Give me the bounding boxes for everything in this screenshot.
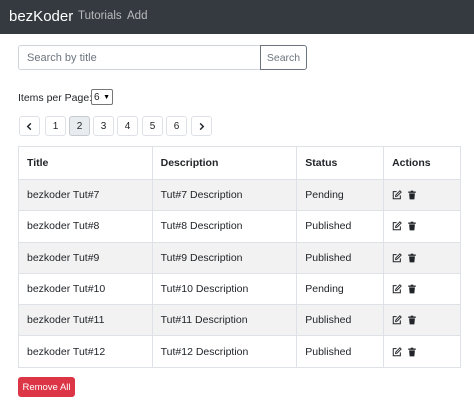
navbar: bezKoder Tutorials Add	[0, 0, 474, 34]
row-actions	[383, 335, 461, 368]
trash-icon[interactable]	[407, 347, 417, 357]
row-description: Tut#9 Description	[151, 241, 298, 274]
edit-icon[interactable]	[392, 346, 402, 357]
row-status: Published	[296, 241, 385, 274]
row-title: bezkoder Tut#9	[18, 241, 153, 274]
row-status: Published	[296, 210, 385, 243]
edit-icon[interactable]	[392, 190, 402, 200]
items-per-page-label: Items per Page:	[18, 92, 93, 104]
brand-logo[interactable]: bezKoder	[9, 8, 73, 25]
row-description: Tut#12 Description	[151, 335, 298, 368]
pagination-page-2[interactable]: 2	[69, 116, 90, 136]
items-per-page-value: 6	[94, 91, 100, 103]
trash-icon[interactable]	[407, 190, 417, 200]
chevron-left-icon	[26, 122, 32, 130]
row-title: bezkoder Tut#7	[18, 178, 153, 212]
edit-icon[interactable]	[392, 284, 402, 294]
row-status: Published	[296, 335, 385, 368]
row-actions	[383, 178, 461, 212]
table-row: bezkoder Tut#8 Tut#8 Description Publish…	[18, 210, 461, 243]
pagination-page-1[interactable]: 1	[45, 116, 66, 136]
nav-link-add[interactable]: Add	[127, 10, 147, 22]
pagination-page-6[interactable]: 6	[166, 116, 187, 136]
row-actions	[383, 272, 461, 306]
edit-icon[interactable]	[392, 252, 402, 263]
pagination-page-3[interactable]: 3	[93, 116, 114, 136]
edit-icon[interactable]	[392, 221, 402, 231]
row-status: Pending	[296, 272, 385, 306]
items-per-page-select[interactable]: 6 ▼	[91, 89, 113, 105]
row-status: Published	[296, 304, 385, 337]
edit-icon[interactable]	[392, 315, 402, 325]
nav-link-tutorials[interactable]: Tutorials	[78, 10, 122, 22]
pagination-page-5[interactable]: 5	[142, 116, 163, 136]
trash-icon[interactable]	[407, 284, 417, 294]
trash-icon[interactable]	[407, 253, 417, 263]
table-header-row: Title Description Status Actions	[18, 146, 461, 180]
header-description: Description	[151, 146, 298, 180]
tutorials-table: Title Description Status Actions bezkode…	[18, 146, 461, 368]
row-actions	[383, 241, 461, 274]
row-title: bezkoder Tut#11	[18, 304, 153, 337]
row-description: Tut#7 Description	[151, 178, 298, 212]
row-description: Tut#10 Description	[151, 272, 298, 306]
header-actions: Actions	[383, 146, 461, 180]
search-button[interactable]: Search	[260, 45, 307, 70]
table-row: bezkoder Tut#9 Tut#9 Description Publish…	[18, 241, 461, 274]
header-status: Status	[296, 146, 385, 180]
remove-all-button[interactable]: Remove All	[18, 377, 75, 397]
pagination-prev-button[interactable]	[19, 116, 40, 136]
row-status: Pending	[296, 178, 385, 212]
row-description: Tut#11 Description	[151, 304, 298, 337]
pagination-next-button[interactable]	[191, 116, 212, 136]
table-row: bezkoder Tut#11 Tut#11 Description Publi…	[18, 304, 461, 337]
row-actions	[383, 210, 461, 243]
table-row: bezkoder Tut#7 Tut#7 Description Pending	[18, 178, 461, 212]
row-description: Tut#8 Description	[151, 210, 298, 243]
chevron-down-icon: ▼	[103, 93, 110, 101]
chevron-right-icon	[199, 122, 205, 130]
row-title: bezkoder Tut#10	[18, 272, 153, 306]
trash-icon[interactable]	[407, 315, 417, 325]
table-row: bezkoder Tut#12 Tut#12 Description Publi…	[18, 335, 461, 368]
row-actions	[383, 304, 461, 337]
pagination-page-4[interactable]: 4	[117, 116, 138, 136]
trash-icon[interactable]	[407, 221, 417, 231]
row-title: bezkoder Tut#8	[18, 210, 153, 243]
row-title: bezkoder Tut#12	[18, 335, 153, 368]
header-title: Title	[18, 146, 153, 180]
search-input[interactable]	[18, 45, 261, 70]
table-row: bezkoder Tut#10 Tut#10 Description Pendi…	[18, 272, 461, 306]
